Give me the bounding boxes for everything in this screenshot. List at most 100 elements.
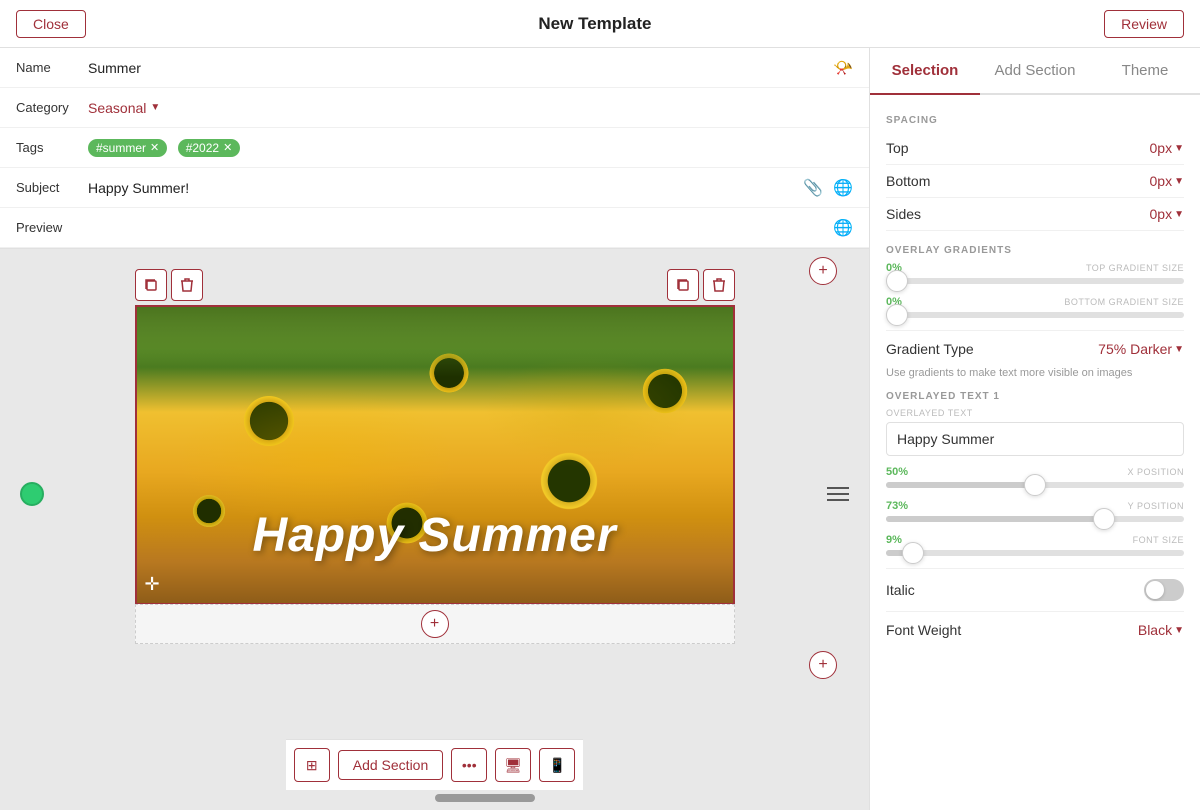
font-weight-chevron: ▼ (1174, 625, 1184, 636)
font-weight-row: Font Weight Black ▼ (886, 611, 1184, 648)
spacing-bottom-row: Bottom 0px ▼ (886, 165, 1184, 198)
globe-icon[interactable]: 🌐 (833, 178, 853, 198)
subject-row: Subject 📎 🌐 (0, 168, 869, 208)
spacing-top-value[interactable]: 0px ▼ (1150, 140, 1184, 156)
y-position-track[interactable] (886, 516, 1184, 522)
add-section-top-button[interactable]: + (809, 257, 837, 285)
tags-label: Tags (16, 140, 88, 155)
tab-add-section[interactable]: Add Section (980, 48, 1090, 93)
font-size-pct: 9% (886, 534, 902, 546)
top-gradient-track[interactable] (886, 278, 1184, 284)
section-copy-button[interactable] (135, 269, 167, 301)
move-handle[interactable]: ✛ (145, 574, 160, 595)
spacing-sides-label: Sides (886, 206, 921, 222)
name-row: Name Summer 📯 (0, 48, 869, 88)
bottom-gradient-track[interactable] (886, 312, 1184, 318)
preview-globe-icon[interactable]: 🌐 (833, 218, 853, 238)
preview-label: Preview (16, 220, 88, 235)
y-position-slider-block: 73% Y POSITION (886, 500, 1184, 522)
gradient-type-chevron: ▼ (1174, 344, 1184, 355)
add-section-bottom-button[interactable]: + (809, 651, 837, 679)
category-row: Category Seasonal ▼ (0, 88, 869, 128)
tag-2022-remove[interactable]: ✕ (223, 141, 232, 154)
y-position-thumb[interactable] (1093, 508, 1115, 530)
spacing-section-label: Spacing (886, 115, 1184, 126)
close-button[interactable]: Close (16, 10, 86, 38)
section-delete-right-button[interactable] (703, 269, 735, 301)
x-position-slider-block: 50% X POSITION (886, 466, 1184, 488)
spacing-top-chevron: ▼ (1174, 143, 1184, 154)
review-button[interactable]: Review (1104, 10, 1184, 38)
gradient-type-label: Gradient Type (886, 341, 974, 357)
italic-toggle[interactable] (1144, 579, 1184, 601)
tab-theme[interactable]: Theme (1090, 48, 1200, 93)
top-gradient-label: TOP GRADIENT SIZE (1086, 263, 1184, 273)
bottom-gradient-slider-block: 0% BOTTOM GRADIENT SIZE (886, 296, 1184, 318)
spacing-top-label: Top (886, 140, 909, 156)
more-options-button[interactable]: ••• (451, 748, 487, 782)
subject-label: Subject (16, 180, 88, 195)
x-position-label: X POSITION (1127, 467, 1184, 477)
spacing-bottom-value[interactable]: 0px ▼ (1150, 173, 1184, 189)
category-dropdown-arrow: ▼ (150, 102, 160, 113)
y-position-pct: 73% (886, 500, 908, 512)
section-top-controls (135, 269, 735, 301)
tab-selection[interactable]: Selection (870, 48, 980, 95)
font-size-slider-block: 9% FONT SIZE (886, 534, 1184, 556)
grid-view-button[interactable]: ⊞ (294, 748, 330, 782)
copy-icon[interactable]: 📯 (833, 58, 853, 78)
section-delete-button[interactable] (171, 269, 203, 301)
y-position-label: Y POSITION (1128, 501, 1184, 511)
right-panel-content: Spacing Top 0px ▼ Bottom 0px ▼ Sides 0px (870, 95, 1200, 810)
name-label: Name (16, 60, 88, 75)
spacing-sides-value[interactable]: 0px ▼ (1150, 206, 1184, 222)
font-size-track[interactable] (886, 550, 1184, 556)
top-gradient-slider-block: 0% TOP GRADIENT SIZE (886, 262, 1184, 284)
font-size-thumb[interactable] (902, 542, 924, 564)
section-wrapper: Happy Summer ✛ + (135, 269, 735, 719)
overlay-gradients-label: Overlay Gradients (886, 245, 1184, 256)
add-section-center-button[interactable]: + (421, 610, 449, 638)
canvas-scrollbar-thumb[interactable] (435, 794, 535, 802)
add-section-toolbar-button[interactable]: Add Section (338, 750, 444, 780)
attachment-icon[interactable]: 📎 (803, 178, 823, 198)
desktop-view-button[interactable]: 🖥 (495, 748, 531, 782)
fields-area: Name Summer 📯 Category Seasonal ▼ Tags #… (0, 48, 869, 249)
subject-input[interactable] (88, 180, 803, 196)
font-size-label: FONT SIZE (1133, 535, 1184, 545)
tags-container: #summer ✕ #2022 ✕ (88, 139, 246, 157)
spacing-sides-row: Sides 0px ▼ (886, 198, 1184, 231)
top-gradient-thumb[interactable] (886, 270, 908, 292)
main-layout: Name Summer 📯 Category Seasonal ▼ Tags #… (0, 48, 1200, 810)
section-copy-right-button[interactable] (667, 269, 699, 301)
add-below-row: + (135, 604, 735, 644)
spacing-bottom-chevron: ▼ (1174, 176, 1184, 187)
section-right-controls (667, 269, 735, 301)
font-weight-value[interactable]: Black ▼ (1138, 622, 1184, 638)
spacing-sides-chevron: ▼ (1174, 209, 1184, 220)
section-handle[interactable] (827, 487, 849, 501)
overlayed-text-field[interactable] (886, 422, 1184, 456)
preview-row: Preview 🌐 (0, 208, 869, 248)
category-value[interactable]: Seasonal ▼ (88, 100, 160, 116)
bottom-gradient-thumb[interactable] (886, 304, 908, 326)
font-weight-label: Font Weight (886, 622, 961, 638)
category-label: Category (16, 100, 88, 115)
image-overlay-text: Happy Summer (252, 508, 616, 563)
tag-summer-remove[interactable]: ✕ (150, 141, 159, 154)
x-position-thumb[interactable] (1024, 474, 1046, 496)
canvas-bottom-toolbar: ⊞ Add Section ••• 🖥 📱 (286, 739, 584, 790)
gradient-type-value[interactable]: 75% Darker ▼ (1098, 341, 1184, 357)
italic-label: Italic (886, 582, 915, 598)
tag-summer: #summer ✕ (88, 139, 167, 157)
italic-row: Italic (886, 568, 1184, 611)
tags-row: Tags #summer ✕ #2022 ✕ (0, 128, 869, 168)
overlayed-text-field-label: OVERLAYED TEXT (886, 408, 1184, 418)
canvas-inner: + (0, 249, 869, 739)
x-position-pct: 50% (886, 466, 908, 478)
add-section-label: Add Section (353, 757, 429, 773)
x-position-track[interactable] (886, 482, 1184, 488)
mobile-view-button[interactable]: 📱 (539, 748, 575, 782)
subject-icons: 📎 🌐 (803, 178, 853, 198)
template-image-block: Happy Summer ✛ (135, 305, 735, 605)
